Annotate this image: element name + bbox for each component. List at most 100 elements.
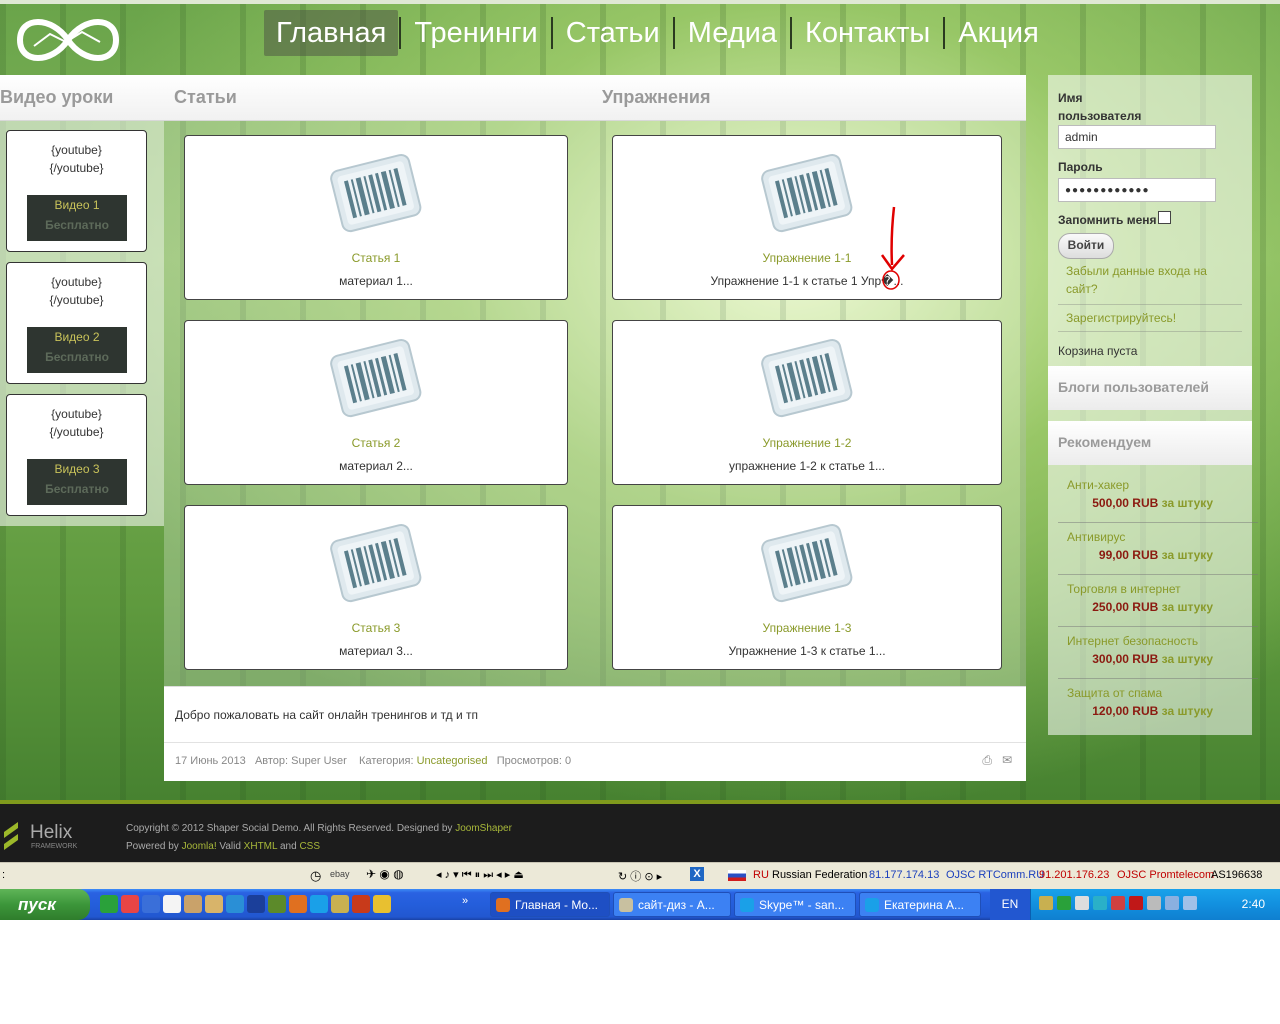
- isp-name[interactable]: OJSC RTComm.RU: [946, 869, 1044, 881]
- ip-address[interactable]: 81.177.174.13: [869, 869, 939, 881]
- exercise-title[interactable]: Упражнение 1-2: [613, 436, 1001, 450]
- exercise-card[interactable]: Упражнение 1-1 Упражнение 1-1 к статье 1…: [612, 135, 1002, 300]
- utorrent-icon[interactable]: [100, 895, 118, 913]
- print-icon[interactable]: ⎙: [982, 753, 992, 768]
- video-thumbnail[interactable]: Видео 1 Бесплатно: [27, 195, 127, 241]
- password-input[interactable]: ●●●●●●●●●●●●: [1058, 178, 1216, 202]
- username-input[interactable]: [1058, 125, 1216, 149]
- video-title[interactable]: Видео 2: [27, 330, 127, 344]
- notepad-icon[interactable]: [163, 895, 181, 913]
- product-name[interactable]: Анти-хакер: [1067, 478, 1129, 492]
- exercise-card[interactable]: Упражнение 1-3 Упражнение 1-3 к статье 1…: [612, 505, 1002, 670]
- barcode-icon: [759, 337, 855, 419]
- exercise-title[interactable]: Упражнение 1-1: [613, 251, 1001, 265]
- book-icon[interactable]: [247, 895, 265, 913]
- menu-item-articles[interactable]: Статьи: [554, 10, 672, 56]
- category-link[interactable]: Uncategorised: [417, 755, 488, 767]
- tray-gear-icon[interactable]: [1147, 896, 1161, 910]
- tray-grid-icon[interactable]: [1111, 896, 1125, 910]
- product-name[interactable]: Интернет безопасность: [1067, 634, 1198, 648]
- task-label: сайт-диз - A...: [638, 898, 715, 912]
- article-meta: 17 Июнь 2013 Автор: Super User Категория…: [175, 755, 571, 767]
- divider: [1058, 304, 1242, 305]
- media-controls[interactable]: ◂ ♪ ▾ ⏮ ⏸ ⏭ ◂ ▸ ⏏: [436, 868, 524, 882]
- video-price: Бесплатно: [45, 482, 109, 496]
- menu-item-contacts[interactable]: Контакты: [793, 10, 942, 56]
- product-unit: за штуку: [1161, 600, 1213, 614]
- scroll-arrow-icon[interactable]: :: [2, 869, 5, 881]
- xhtml-link[interactable]: XHTML: [244, 841, 278, 852]
- login-button[interactable]: Войти: [1058, 233, 1114, 259]
- a-icon[interactable]: [142, 895, 160, 913]
- menu-item-home[interactable]: Главная: [264, 10, 399, 56]
- clock-icon[interactable]: ◷: [310, 868, 321, 884]
- tray-network-icon[interactable]: [1093, 896, 1107, 910]
- folder-icon[interactable]: [184, 895, 202, 913]
- video-thumbnail[interactable]: Видео 2 Бесплатно: [27, 327, 127, 373]
- x-icon[interactable]: X: [690, 867, 704, 881]
- register-link[interactable]: Зарегистрируйтесь!: [1066, 309, 1176, 327]
- tray-tool-icon[interactable]: [1039, 896, 1053, 910]
- product-name[interactable]: Антивирус: [1067, 530, 1125, 544]
- article-title[interactable]: Статья 3: [185, 621, 567, 635]
- site-logo[interactable]: [10, 8, 126, 72]
- more-icon[interactable]: »: [462, 895, 468, 907]
- article-card[interactable]: Статья 3 материал 3...: [184, 505, 568, 670]
- product-name[interactable]: Защита от спама: [1067, 686, 1162, 700]
- ip-address[interactable]: 91.201.176.23: [1039, 869, 1109, 881]
- taskbar-button-image[interactable]: сайт-диз - A...: [613, 892, 731, 917]
- addon-icons[interactable]: ✈ ◉ ◍: [366, 867, 404, 881]
- designer-link[interactable]: JoomShaper: [455, 823, 512, 834]
- article-title[interactable]: Статья 2: [185, 436, 567, 450]
- menu-item-media[interactable]: Медиа: [676, 10, 789, 56]
- windows-taskbar: пуск » Главная - Mo... сайт-диз - A... S…: [0, 889, 1280, 920]
- filezilla-icon[interactable]: [352, 895, 370, 913]
- menu-item-trainings[interactable]: Тренинги: [402, 10, 549, 56]
- article-card[interactable]: Статья 2 материал 2...: [184, 320, 568, 485]
- pro-icon[interactable]: [268, 895, 286, 913]
- start-button[interactable]: пуск: [0, 889, 90, 920]
- article-title[interactable]: Статья 1: [185, 251, 567, 265]
- tool-icon[interactable]: [331, 895, 349, 913]
- app-icon[interactable]: [205, 895, 223, 913]
- helix-logo[interactable]: Helix FRAMEWORK: [0, 816, 110, 852]
- system-tray: 2:40: [1030, 889, 1280, 920]
- divider: [1058, 331, 1242, 332]
- joomla-link[interactable]: Joomla!: [182, 841, 217, 852]
- remember-checkbox[interactable]: [1158, 211, 1171, 224]
- video-thumbnail[interactable]: Видео 3 Бесплатно: [27, 459, 127, 505]
- product-name[interactable]: Торговля в интернет: [1067, 582, 1181, 596]
- product-price-row: 300,00 RUB за штуку: [1058, 652, 1213, 666]
- firefox-icon[interactable]: [289, 895, 307, 913]
- video-title[interactable]: Видео 1: [27, 198, 127, 212]
- exercise-title[interactable]: Упражнение 1-3: [613, 621, 1001, 635]
- article-desc: материал 3...: [339, 644, 413, 658]
- nav-addon-icons[interactable]: ↻ ⓘ ⊙ ▸: [618, 868, 662, 884]
- exercise-desc: Упражнение 1-3 к статье 1...: [728, 644, 886, 658]
- email-icon[interactable]: ✉: [1002, 753, 1012, 768]
- isp-name[interactable]: OJSC Promtelecom: [1117, 869, 1214, 881]
- article-card[interactable]: Статья 1 материал 1...: [184, 135, 568, 300]
- firefox-icon: [496, 898, 510, 912]
- tray-pen-icon[interactable]: [1075, 896, 1089, 910]
- css-link[interactable]: CSS: [299, 841, 320, 852]
- skype-icon[interactable]: [310, 895, 328, 913]
- tray-volume-icon[interactable]: [1183, 896, 1197, 910]
- menu-item-promo[interactable]: Акция: [946, 10, 1051, 56]
- taskbar-button-firefox[interactable]: Главная - Mo...: [490, 892, 610, 917]
- red-cross-icon[interactable]: [121, 895, 139, 913]
- player-icon[interactable]: [373, 895, 391, 913]
- video-title[interactable]: Видео 3: [27, 462, 127, 476]
- language-indicator[interactable]: EN: [990, 889, 1030, 920]
- ebay-icon[interactable]: ebay: [330, 869, 350, 879]
- exercise-card[interactable]: Упражнение 1-2 упражнение 1-2 к статье 1…: [612, 320, 1002, 485]
- ie-icon[interactable]: [226, 895, 244, 913]
- divider: [1058, 574, 1258, 575]
- taskbar-button-skype[interactable]: Skype™ - san...: [734, 892, 856, 917]
- forgot-link[interactable]: Забыли данные входа на сайт?: [1066, 262, 1236, 298]
- tray-antivirus-icon[interactable]: [1129, 896, 1143, 910]
- tray-monitor-icon[interactable]: [1165, 896, 1179, 910]
- taskbar-button-chat[interactable]: Екатерина A...: [859, 892, 981, 917]
- tray-check-icon[interactable]: [1057, 896, 1071, 910]
- taskbar-clock[interactable]: 2:40: [1242, 897, 1265, 911]
